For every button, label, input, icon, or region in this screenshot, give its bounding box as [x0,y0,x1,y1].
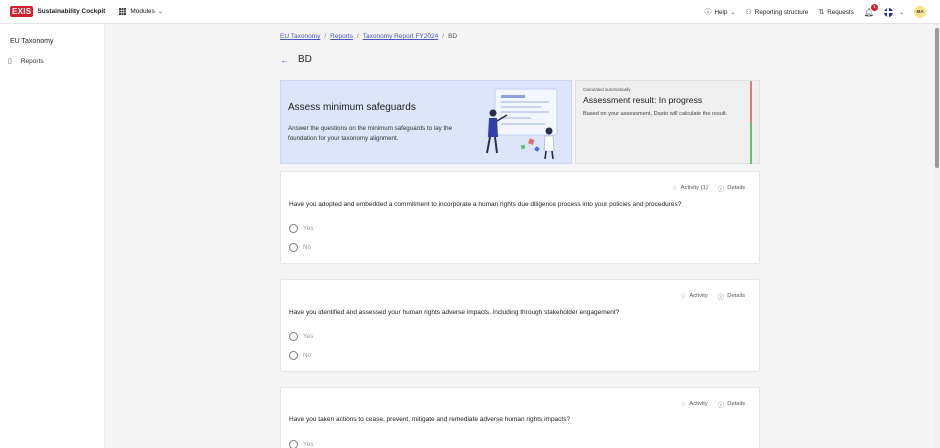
activity-link[interactable]: ♢ Activity (1) [672,183,708,193]
scrollbar-thumb[interactable] [935,28,939,168]
question-card: ♢ Activity ⓘ Details Have you taken action… [280,387,760,448]
option-label: Yes [303,225,314,232]
activity-label: Activity [689,401,708,407]
radio-button[interactable] [289,332,298,341]
option-no[interactable]: No [289,243,311,252]
safeguards-banner: Assess minimum safeguards Answer the que… [280,80,572,164]
option-label: No [303,352,312,359]
requests-link[interactable]: ⇅ Requests [818,8,854,17]
option-label: No [303,244,312,251]
status-bar-green [750,123,752,164]
question-text: Have you adopted and embedded a commitme… [289,201,682,208]
chevron-down-icon: ⌄ [898,9,904,16]
details-label: Details [727,293,745,299]
activity-label: Activity (1) [680,185,708,191]
breadcrumb-separator: / [324,33,327,40]
activity-link[interactable]: ♢ Activity [681,291,708,301]
sidebar-item-label: Reports [20,57,44,65]
question-meta: ♢ Activity (1) ⓘ Details [662,183,745,193]
sidebar-title: EU Taxonomy [10,38,54,45]
app-logo[interactable]: EXIS Sustainability Cockpit [10,6,105,17]
question-text: Have you identified and assessed your hu… [289,309,620,316]
modules-label: Modules [130,8,155,15]
modules-menu[interactable]: Modules ⌄ [119,8,163,15]
details-link[interactable]: ⓘ Details [718,183,745,193]
result-title: Assessment result: In progress [583,95,703,105]
back-arrow-icon[interactable]: ← [280,55,289,65]
info-icon: ⓘ [717,294,725,301]
top-right-actions: ⓘ Help ⌄ ⚇ Reporting structure ⇅ Request… [705,0,940,24]
scrollbar[interactable] [934,24,940,448]
sidebar-item-reports[interactable]: ▯ Reports [8,57,44,66]
banner-text: Answer the questions on the minimum safe… [288,125,453,142]
option-yes[interactable]: Yes [289,440,313,448]
document-icon: ▯ [8,58,12,65]
notifications-button[interactable]: 🔔︎ 1 [864,3,878,17]
banner-title: Assess minimum safeguards [288,102,416,113]
question-meta: ♢ Activity ⓘ Details [671,399,745,409]
assessment-illustration [486,88,558,160]
details-label: Details [727,401,745,407]
assessment-result-panel: Calculated automatically Assessment resu… [575,80,760,164]
option-yes[interactable]: Yes [289,224,313,233]
option-label: Yes [303,333,314,340]
notification-badge: 1 [870,3,878,11]
result-text: Based on your assessment, Dasto will cal… [583,111,728,117]
breadcrumb: EU Taxonomy / Reports / Taxonomy Report … [280,33,457,40]
radio-button[interactable] [289,243,298,252]
activity-link[interactable]: ♢ Activity [681,399,708,409]
breadcrumb-link-reports[interactable]: Reports [330,33,353,40]
option-label: Yes [303,441,314,448]
details-link[interactable]: ⓘ Details [718,291,745,301]
result-calculated-label: Calculated automatically [583,87,631,92]
hierarchy-icon: ⚇ [745,9,752,16]
requests-label: Requests [827,8,854,16]
option-no[interactable]: No [289,351,311,360]
bell-icon: ♢ [680,293,687,300]
details-link[interactable]: ⓘ Details [718,399,745,409]
option-yes[interactable]: Yes [289,332,313,341]
sidebar: EU Taxonomy ▯ Reports [0,24,105,448]
breadcrumb-link-report[interactable]: Taxonomy Report FY2024 [363,33,439,40]
grid-icon [119,8,127,15]
question-text: Have you taken actions to cease, prevent… [289,416,571,423]
chevron-down-icon: ⌄ [730,9,736,16]
chevron-down-icon: ⌄ [157,9,163,15]
info-icon: ⓘ [717,402,725,409]
help-menu[interactable]: ⓘ Help ⌄ [705,7,736,17]
status-bar-red [750,81,752,123]
page-title: BD [298,54,312,65]
question-card: ♢ Activity (1) ⓘ Details Have you adopted … [280,171,760,264]
radio-button[interactable] [289,224,298,233]
help-icon: ⓘ [704,9,712,16]
radio-button[interactable] [289,440,298,448]
brand-name: Sustainability Cockpit [37,8,106,15]
breadcrumb-separator: / [442,33,445,40]
question-card: ♢ Activity ⓘ Details Have you identified a… [280,279,760,372]
breadcrumb-separator: / [356,33,359,40]
breadcrumb-current: BD [448,33,458,40]
help-label: Help [714,8,728,16]
reporting-structure-label: Reporting structure [754,8,809,16]
bell-icon: ♢ [671,185,678,192]
activity-label: Activity [689,293,708,299]
avatar[interactable]: MA [914,6,926,18]
requests-icon: ⇅ [818,9,825,16]
question-meta: ♢ Activity ⓘ Details [671,291,745,301]
details-label: Details [727,185,745,191]
logo-mark: EXIS [10,6,34,17]
language-selector[interactable]: ⌄ [883,7,904,17]
info-icon: ⓘ [717,186,725,193]
uk-flag-icon [883,7,893,17]
top-bar: EXIS Sustainability Cockpit Modules ⌄ ⓘ … [0,0,940,24]
radio-button[interactable] [289,351,298,360]
breadcrumb-link-eu-taxonomy[interactable]: EU Taxonomy [280,33,320,40]
bell-icon: ♢ [680,401,687,408]
reporting-structure-link[interactable]: ⚇ Reporting structure [745,8,809,17]
